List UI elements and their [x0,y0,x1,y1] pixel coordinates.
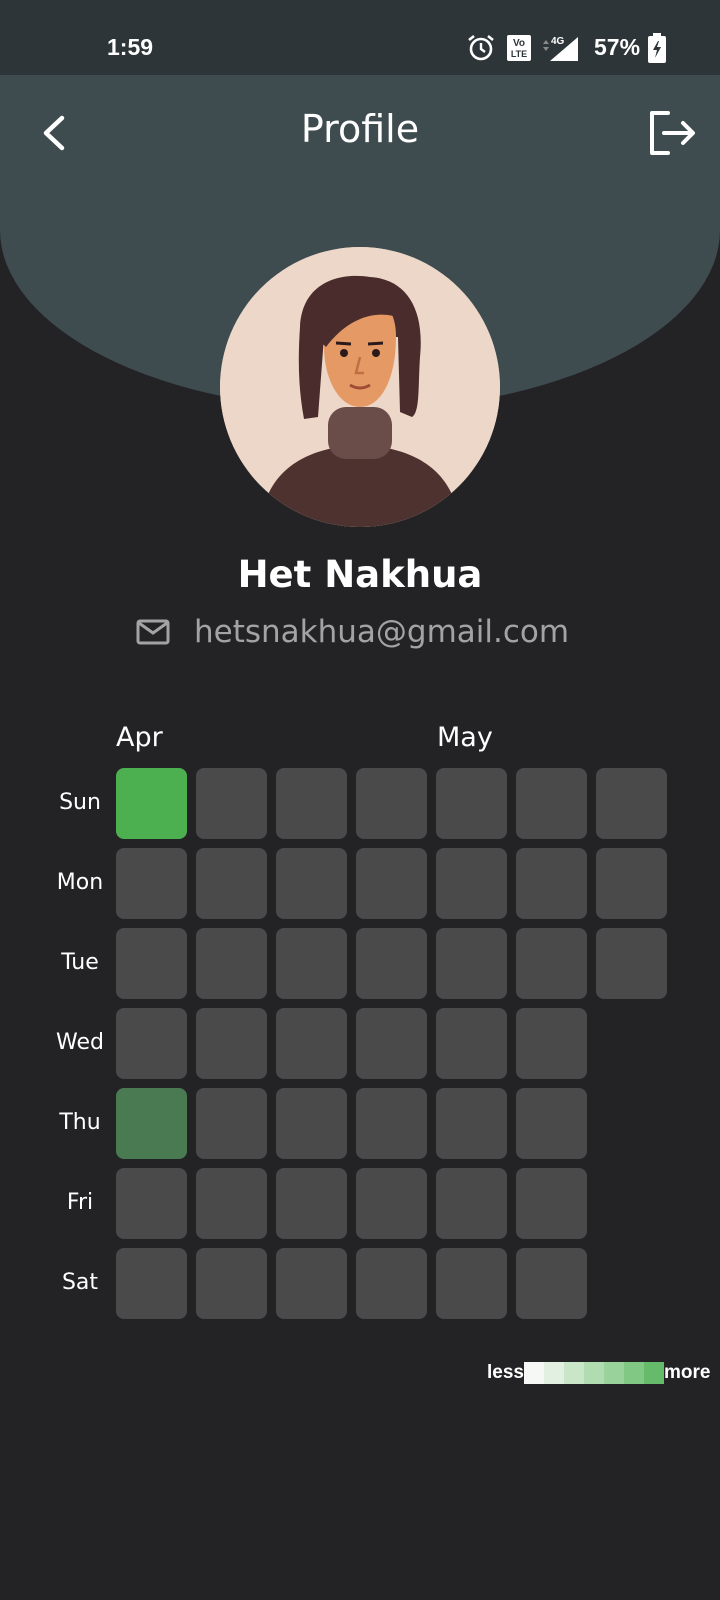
svg-text:Vo: Vo [513,38,525,49]
heatmap-cell[interactable] [516,848,587,919]
day-label: Fri [66,1190,94,1215]
heatmap-cell[interactable] [276,1248,347,1319]
heatmap-cell[interactable] [196,928,267,999]
email-text: hetsnakhua@gmail.com [194,614,570,650]
heatmap-cell[interactable] [196,1008,267,1079]
heatmap-cell[interactable] [516,1088,587,1159]
status-bar: 1:59 Vo LTE 4G 57% [0,0,720,75]
heatmap-cell[interactable] [596,928,667,999]
heatmap-cell[interactable] [596,768,667,839]
heatmap-cell[interactable] [436,1248,507,1319]
heatmap-cell[interactable] [276,1168,347,1239]
avatar [220,247,500,527]
heatmap-cell[interactable] [516,768,587,839]
heatmap-cell[interactable] [436,768,507,839]
day-label: Sat [61,1270,99,1295]
heatmap-cell[interactable] [356,1248,427,1319]
svg-text:4G: 4G [551,36,565,47]
heatmap-cell[interactable] [196,1088,267,1159]
mail-icon [136,619,170,645]
heatmap-cell[interactable] [356,1008,427,1079]
heatmap-cell[interactable] [516,1008,587,1079]
heatmap-cell[interactable] [356,768,427,839]
legend-swatch [523,1362,544,1384]
legend-swatch [603,1362,624,1384]
heatmap-cell[interactable] [196,768,267,839]
day-label: Mon [56,870,104,895]
svg-text:LTE: LTE [511,49,527,59]
heatmap-cell[interactable] [516,928,587,999]
legend-more-label: more [663,1362,711,1383]
battery-charging-icon [648,33,666,63]
heatmap-cell[interactable] [436,848,507,919]
heatmap-cell[interactable] [436,1088,507,1159]
month-label: May [437,722,493,753]
status-icons: Vo LTE 4G [466,33,584,63]
month-label: Apr [116,722,163,753]
heatmap-cell[interactable] [116,928,187,999]
legend-less-label: less [487,1362,524,1383]
heatmap-cell[interactable] [516,1248,587,1319]
heatmap-cell[interactable] [116,1248,187,1319]
status-time: 1:59 [107,34,154,60]
legend-swatch [643,1362,664,1384]
heatmap-cell[interactable] [356,1168,427,1239]
heatmap-legend: less more [487,1362,710,1384]
email-row: hetsnakhua@gmail.com [136,611,569,653]
heatmap-cell[interactable] [116,1008,187,1079]
day-label: Tue [61,950,99,975]
heatmap-cell[interactable] [116,1168,187,1239]
signal-icon: 4G [543,36,578,61]
heatmap-cell[interactable] [516,1168,587,1239]
heatmap-cell[interactable] [276,848,347,919]
page-title: Profile [300,107,420,151]
heatmap-cell[interactable] [196,1248,267,1319]
heatmap-cell[interactable] [436,928,507,999]
heatmap-cell[interactable] [196,1168,267,1239]
user-name: Het Nakhua [237,553,483,596]
logout-button[interactable] [646,108,698,158]
battery-percent: 57% [594,34,641,60]
heatmap-cell[interactable] [276,1088,347,1159]
heatmap-cell[interactable] [116,768,187,839]
legend-swatch [563,1362,584,1384]
day-label: Thu [59,1110,101,1135]
heatmap-cell[interactable] [356,848,427,919]
heatmap-cell[interactable] [596,848,667,919]
heatmap-cell[interactable] [276,768,347,839]
heatmap-cell[interactable] [196,848,267,919]
heatmap-cell[interactable] [116,1088,187,1159]
heatmap-cell[interactable] [356,928,427,999]
volte-icon: Vo LTE [507,35,531,61]
legend-swatch [583,1362,604,1384]
heatmap-cell[interactable] [436,1168,507,1239]
day-label: Wed [56,1030,104,1055]
alarm-icon [468,34,494,61]
heatmap-cell[interactable] [276,928,347,999]
legend-swatch [543,1362,564,1384]
day-label: Sun [59,790,101,815]
heatmap-cell[interactable] [116,848,187,919]
heatmap-cell[interactable] [436,1008,507,1079]
heatmap-cell[interactable] [356,1088,427,1159]
heatmap-cell[interactable] [276,1008,347,1079]
legend-swatch [623,1362,644,1384]
